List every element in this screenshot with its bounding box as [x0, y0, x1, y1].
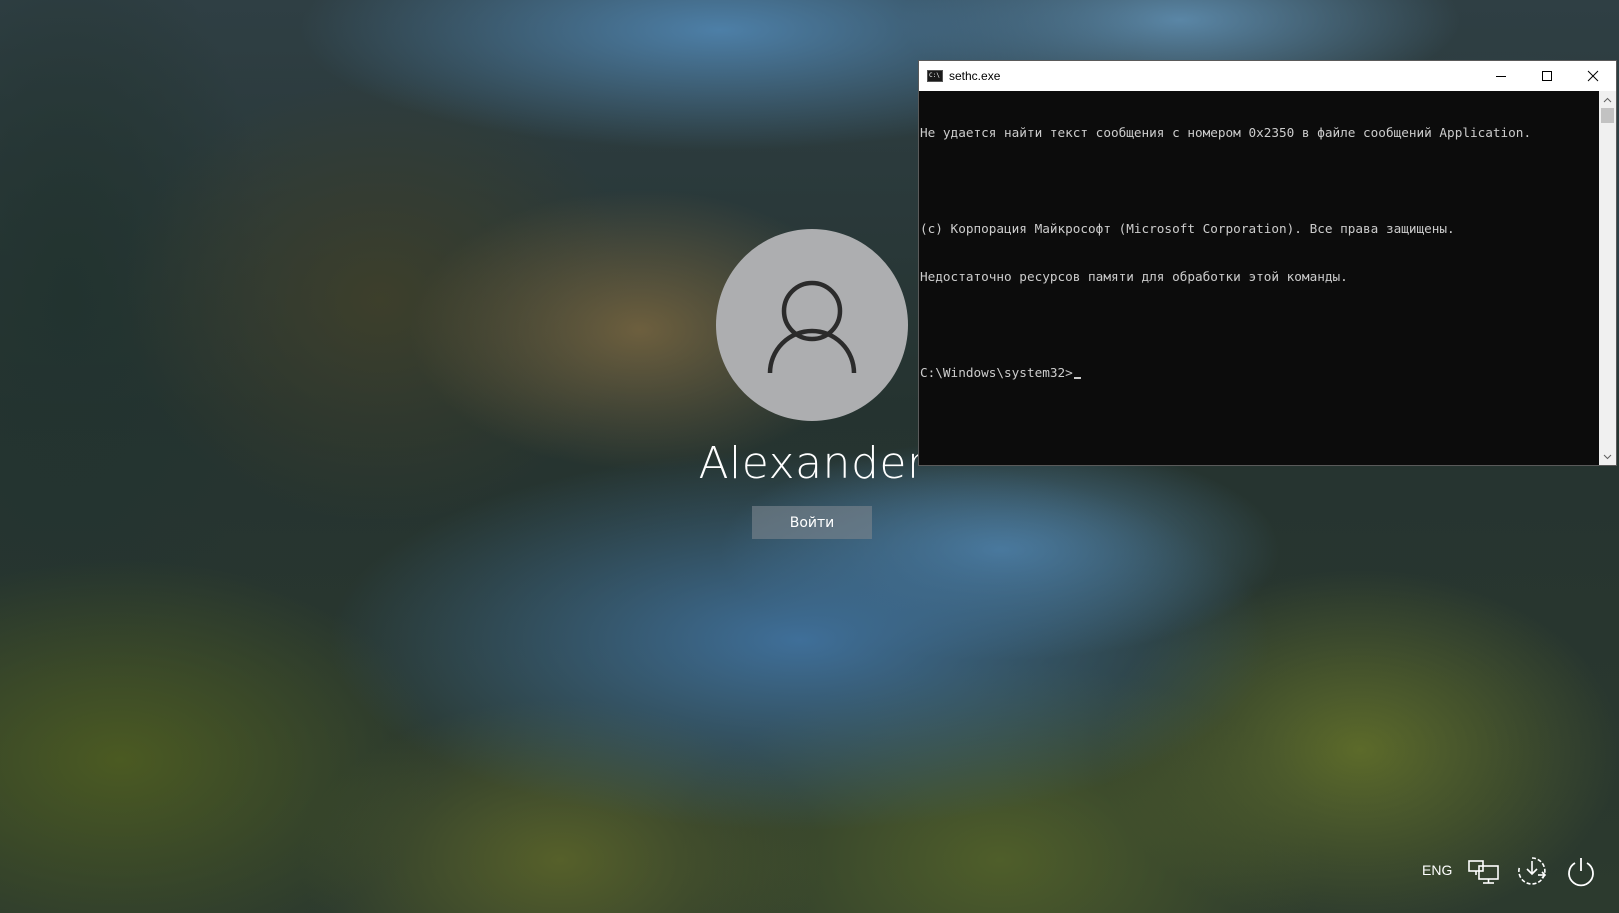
user-icon: [767, 280, 857, 374]
console-titlebar[interactable]: C:\ sethc.exe: [919, 61, 1616, 91]
window-controls: [1478, 61, 1616, 91]
accessibility-button[interactable]: [1515, 854, 1549, 888]
network-icon: [1468, 860, 1499, 884]
console-prompt-line[interactable]: C:\Windows\system32>: [920, 365, 1599, 381]
signin-button[interactable]: Войти: [752, 506, 872, 539]
close-button[interactable]: [1570, 61, 1616, 91]
language-indicator[interactable]: ENG: [1422, 862, 1452, 878]
console-app-icon: C:\: [927, 70, 943, 82]
chevron-down-icon: [1603, 454, 1612, 459]
close-icon: [1587, 70, 1599, 82]
chevron-up-icon: [1603, 97, 1612, 102]
console-title: sethc.exe: [949, 69, 1001, 83]
console-scrollbar[interactable]: [1599, 91, 1616, 465]
scroll-thumb[interactable]: [1601, 108, 1614, 123]
network-button[interactable]: [1467, 855, 1501, 889]
console-line: (c) Корпорация Майкрософт (Microsoft Cor…: [920, 221, 1455, 236]
minimize-icon: [1496, 76, 1506, 77]
lock-screen: Alexander Войти C:\ sethc.exe Не удается…: [0, 0, 1619, 913]
scroll-down-button[interactable]: [1599, 448, 1616, 465]
maximize-button[interactable]: [1524, 61, 1570, 91]
console-window[interactable]: C:\ sethc.exe Не удается найти текст соо…: [919, 61, 1616, 465]
power-icon: [1568, 858, 1594, 887]
console-line: Не удается найти текст сообщения с номер…: [920, 125, 1532, 140]
power-button[interactable]: [1564, 854, 1598, 888]
console-prompt: C:\Windows\system32>: [920, 365, 1073, 380]
maximize-icon: [1542, 71, 1552, 81]
accessibility-icon: [1518, 857, 1547, 885]
console-line: Недостаточно ресурсов памяти для обработ…: [920, 269, 1348, 284]
user-avatar: [716, 229, 908, 421]
scroll-up-button[interactable]: [1599, 91, 1616, 108]
minimize-button[interactable]: [1478, 61, 1524, 91]
console-output[interactable]: Не удается найти текст сообщения с номер…: [919, 91, 1599, 465]
text-cursor: [1073, 377, 1081, 379]
